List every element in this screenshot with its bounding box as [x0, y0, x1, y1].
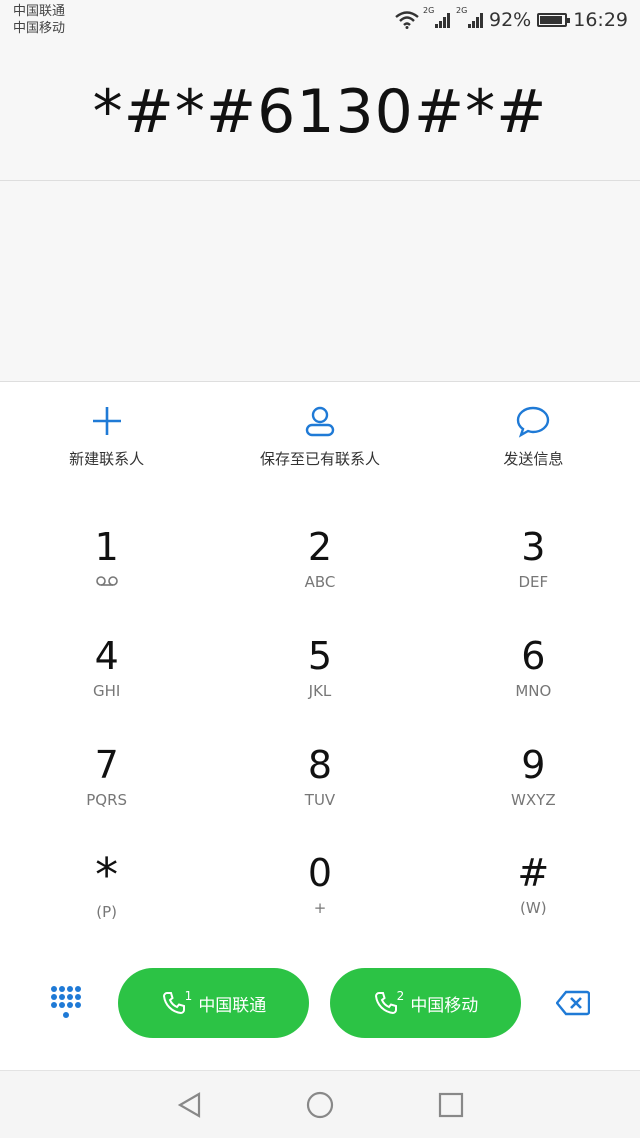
key-letters: (P) — [96, 903, 118, 922]
key-letters: + — [313, 899, 327, 918]
key-letters: GHI — [93, 681, 121, 700]
key-digit: 1 — [94, 525, 119, 569]
key-letters: TUV — [304, 790, 336, 809]
call-sim1-label: 中国联通 — [198, 995, 267, 1016]
status-bar: 中国联通 中国移动 2G 2G 92% 16:29 — [0, 0, 640, 44]
key-9[interactable]: 9 WXYZ — [427, 733, 640, 842]
dialed-number[interactable]: *#*#6130#*# — [0, 44, 640, 180]
key-digit: 6 — [521, 633, 546, 678]
call-sim2-label: 中国移动 — [410, 995, 479, 1016]
sim-number-2: 2 — [396, 989, 405, 1003]
backspace-icon[interactable] — [556, 990, 590, 1016]
sim-number-1: 1 — [184, 989, 193, 1003]
network-type-1: 2G — [423, 6, 435, 15]
key-letters: MNO — [515, 681, 552, 700]
call-sim1-button[interactable]: 1 中国联通 — [118, 968, 309, 1038]
key-digit: 2 — [307, 525, 333, 569]
key-star[interactable]: * (P) — [0, 841, 213, 950]
navigation-bar — [0, 1070, 640, 1138]
call-sim2-button[interactable]: 2 中国移动 — [330, 968, 521, 1038]
divider — [0, 180, 640, 181]
key-2[interactable]: 2 ABC — [213, 515, 426, 624]
key-digit: 0 — [307, 851, 333, 896]
key-letters: (W) — [520, 899, 547, 918]
voicemail-icon — [95, 573, 119, 591]
phone-icon — [374, 992, 397, 1015]
new-contact-button[interactable]: 新建联系人 — [0, 382, 213, 495]
key-digit: 8 — [307, 742, 333, 787]
carrier-name-1: 中国联通 — [13, 4, 66, 19]
key-8[interactable]: 8 TUV — [213, 733, 426, 842]
key-letters: DEF — [518, 573, 549, 591]
carrier-name-2: 中国移动 — [13, 21, 66, 36]
key-3[interactable]: 3 DEF — [427, 515, 640, 624]
save-to-existing-label: 保存至已有联系人 — [259, 450, 380, 468]
key-digit: 9 — [521, 742, 546, 787]
key-6[interactable]: 6 MNO — [427, 624, 640, 733]
signal-icon-sim2: 2G — [456, 6, 483, 28]
dialer-actions: 新建联系人 保存至已有联系人 发送信息 — [0, 381, 640, 496]
key-hash[interactable]: # (W) — [427, 841, 640, 950]
back-icon[interactable] — [175, 1090, 205, 1120]
key-digit: 4 — [94, 633, 119, 678]
clock: 16:29 — [573, 9, 628, 31]
key-digit: 5 — [307, 633, 333, 678]
key-digit: 3 — [521, 525, 546, 569]
message-icon — [517, 406, 550, 438]
key-letters: ABC — [304, 573, 336, 591]
person-icon — [305, 406, 335, 437]
save-to-existing-contact-button[interactable]: 保存至已有联系人 — [213, 382, 426, 495]
home-icon[interactable] — [305, 1090, 335, 1120]
key-letters: JKL — [308, 681, 332, 700]
new-contact-label: 新建联系人 — [69, 450, 145, 468]
send-message-label: 发送信息 — [503, 450, 564, 468]
send-message-button[interactable]: 发送信息 — [427, 382, 640, 495]
plus-icon — [92, 407, 121, 435]
call-row: 1 中国联通 2 中国移动 — [0, 950, 640, 1070]
recent-apps-icon[interactable] — [436, 1090, 466, 1120]
wifi-icon — [395, 11, 419, 29]
key-5[interactable]: 5 JKL — [213, 624, 426, 733]
signal-icon-sim1: 2G — [423, 6, 450, 28]
key-letters: WXYZ — [511, 790, 556, 809]
key-0[interactable]: 0 + — [213, 841, 426, 950]
key-digit: 7 — [94, 742, 119, 787]
key-1[interactable]: 1 — [0, 515, 213, 624]
key-letters: PQRS — [86, 790, 128, 809]
dial-keypad: 1 2 ABC 3 DEF 4 GHI 5 JKL 6 MNO 7 PQRS 8… — [0, 495, 640, 950]
key-digit: # — [517, 851, 550, 896]
battery-icon — [537, 13, 571, 27]
battery-percent: 92% — [489, 9, 532, 31]
network-type-2: 2G — [456, 6, 468, 15]
key-7[interactable]: 7 PQRS — [0, 733, 213, 842]
key-4[interactable]: 4 GHI — [0, 624, 213, 733]
dialpad-toggle-icon[interactable] — [50, 985, 82, 1019]
key-digit: * — [95, 848, 119, 903]
phone-icon — [162, 992, 185, 1015]
